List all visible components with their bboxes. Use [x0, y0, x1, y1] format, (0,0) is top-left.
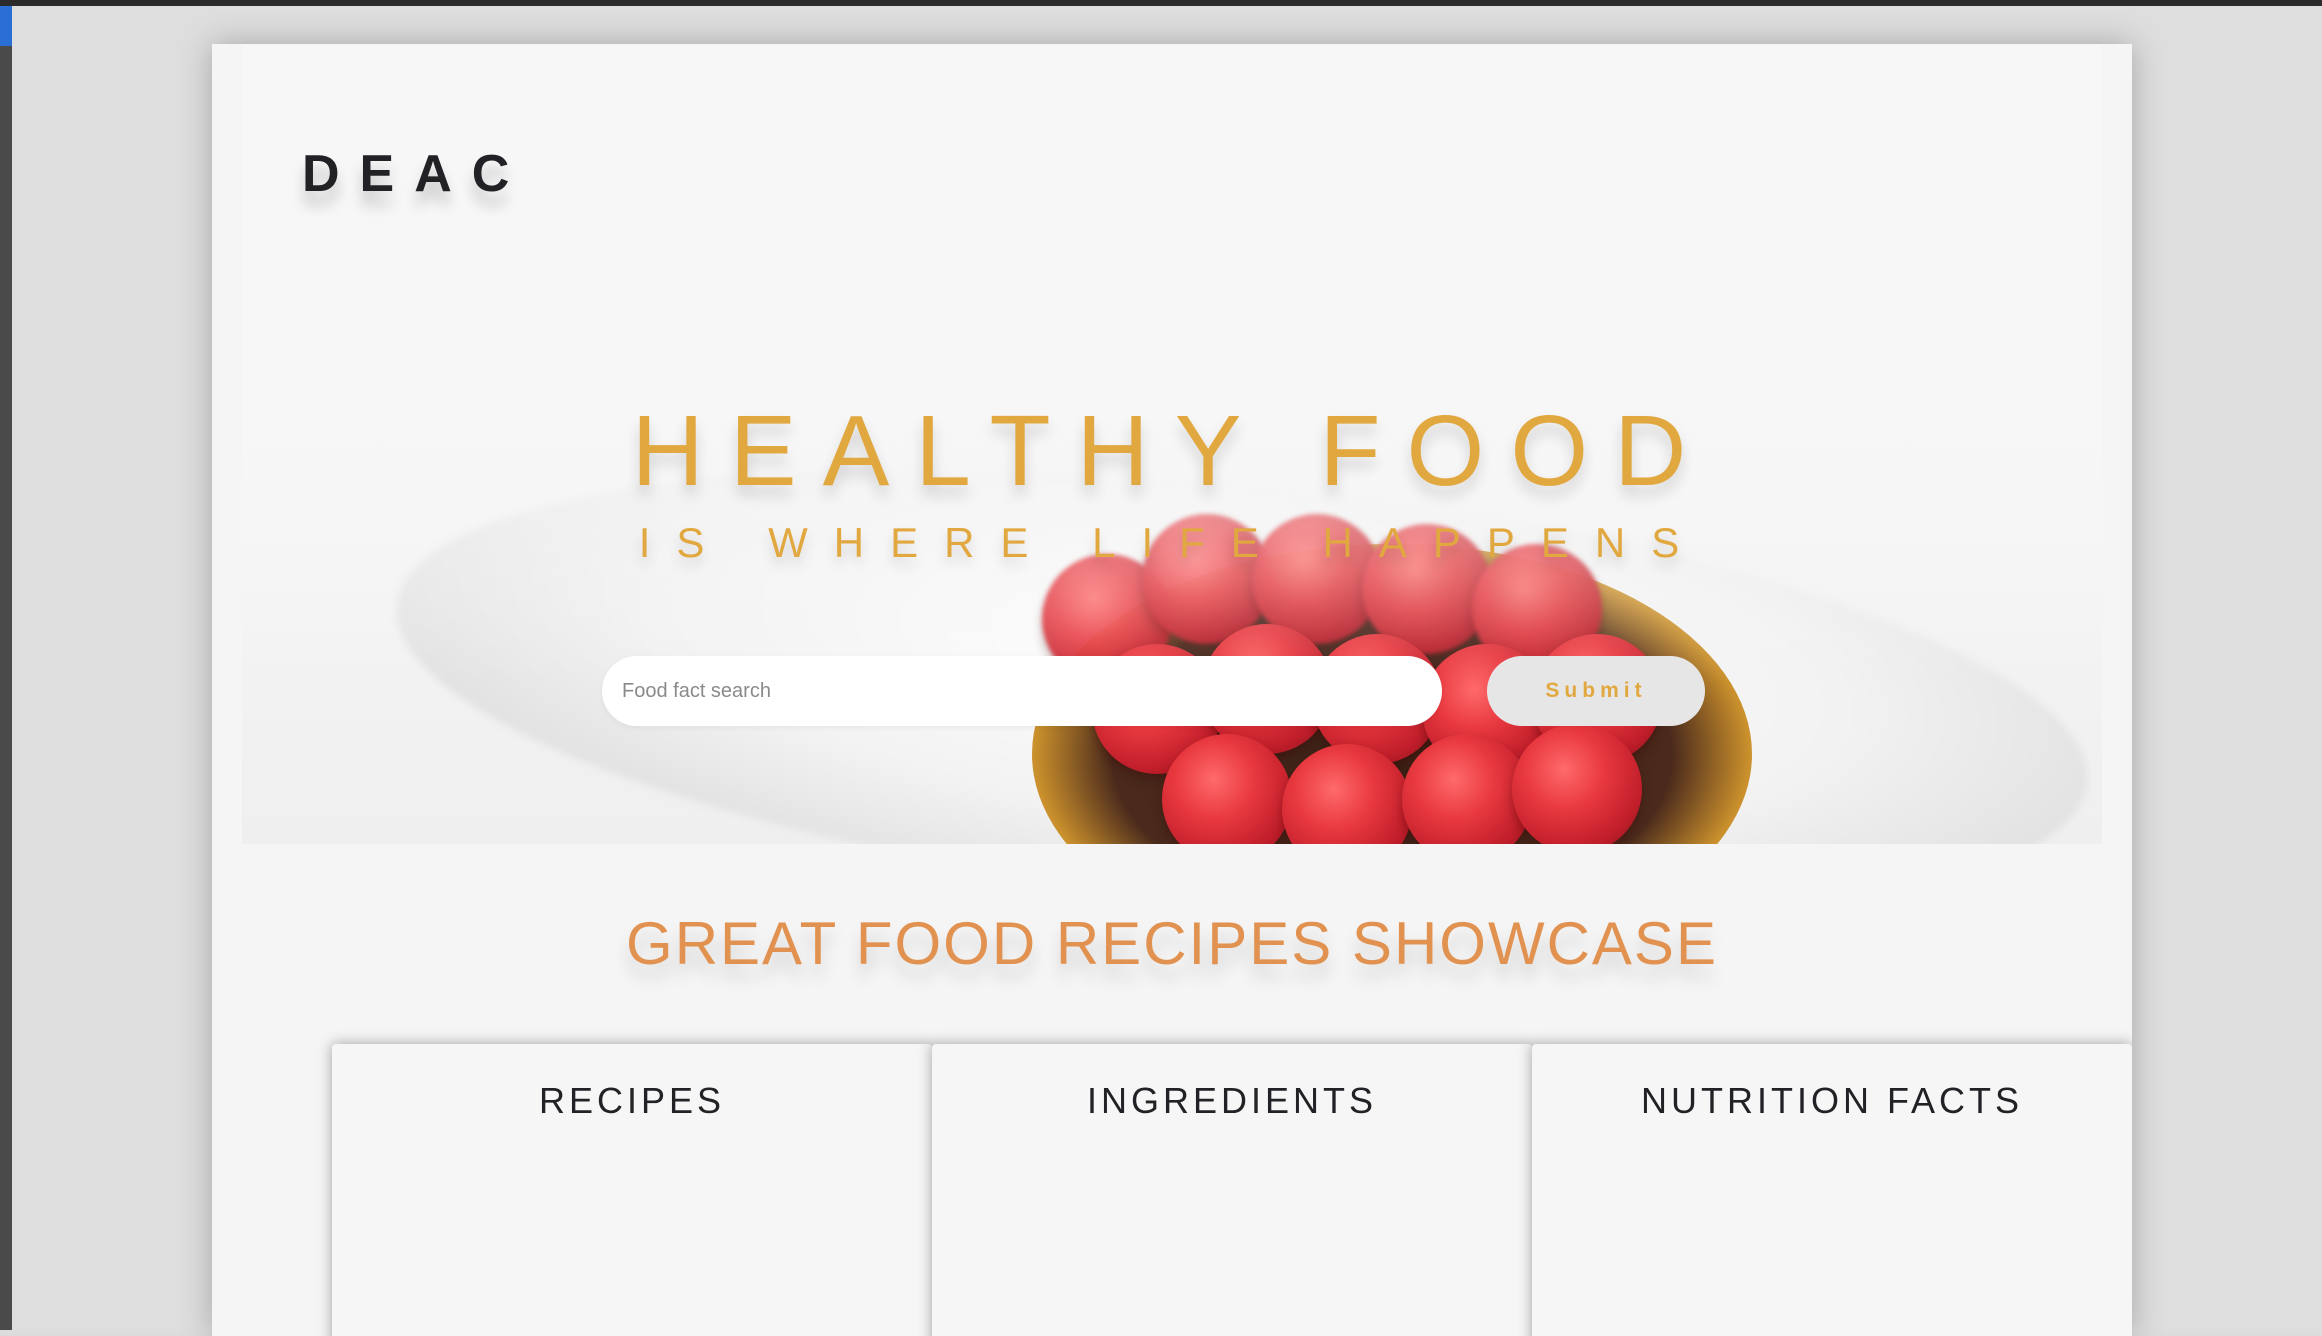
web-page: DEAC HEALTHY FOOD IS WHERE LIFE HAPPENS … — [212, 44, 2132, 1336]
hero-headline: HEALTHY FOOD — [631, 395, 1713, 507]
showcase-title: GREAT FOOD RECIPES SHOWCASE — [626, 910, 1718, 977]
screen-left-edge — [0, 6, 12, 1330]
browser-viewport: DEAC HEALTHY FOOD IS WHERE LIFE HAPPENS … — [12, 6, 2322, 1336]
card-nutrition-facts[interactable]: NUTRITION FACTS — [1532, 1044, 2132, 1336]
card-title: INGREDIENTS — [1086, 1080, 1378, 1121]
card-title: RECIPES — [538, 1080, 726, 1121]
hero-subline: IS WHERE LIFE HAPPENS — [638, 519, 1706, 566]
card-ingredients[interactable]: INGREDIENTS — [932, 1044, 1532, 1336]
card-title: NUTRITION FACTS — [1641, 1080, 2023, 1121]
food-search-input[interactable] — [602, 656, 1442, 726]
card-recipes[interactable]: RECIPES — [332, 1044, 932, 1336]
dock-indicator — [0, 6, 12, 46]
site-logo[interactable]: DEAC — [302, 144, 529, 204]
submit-button[interactable]: Submit — [1487, 656, 1705, 726]
